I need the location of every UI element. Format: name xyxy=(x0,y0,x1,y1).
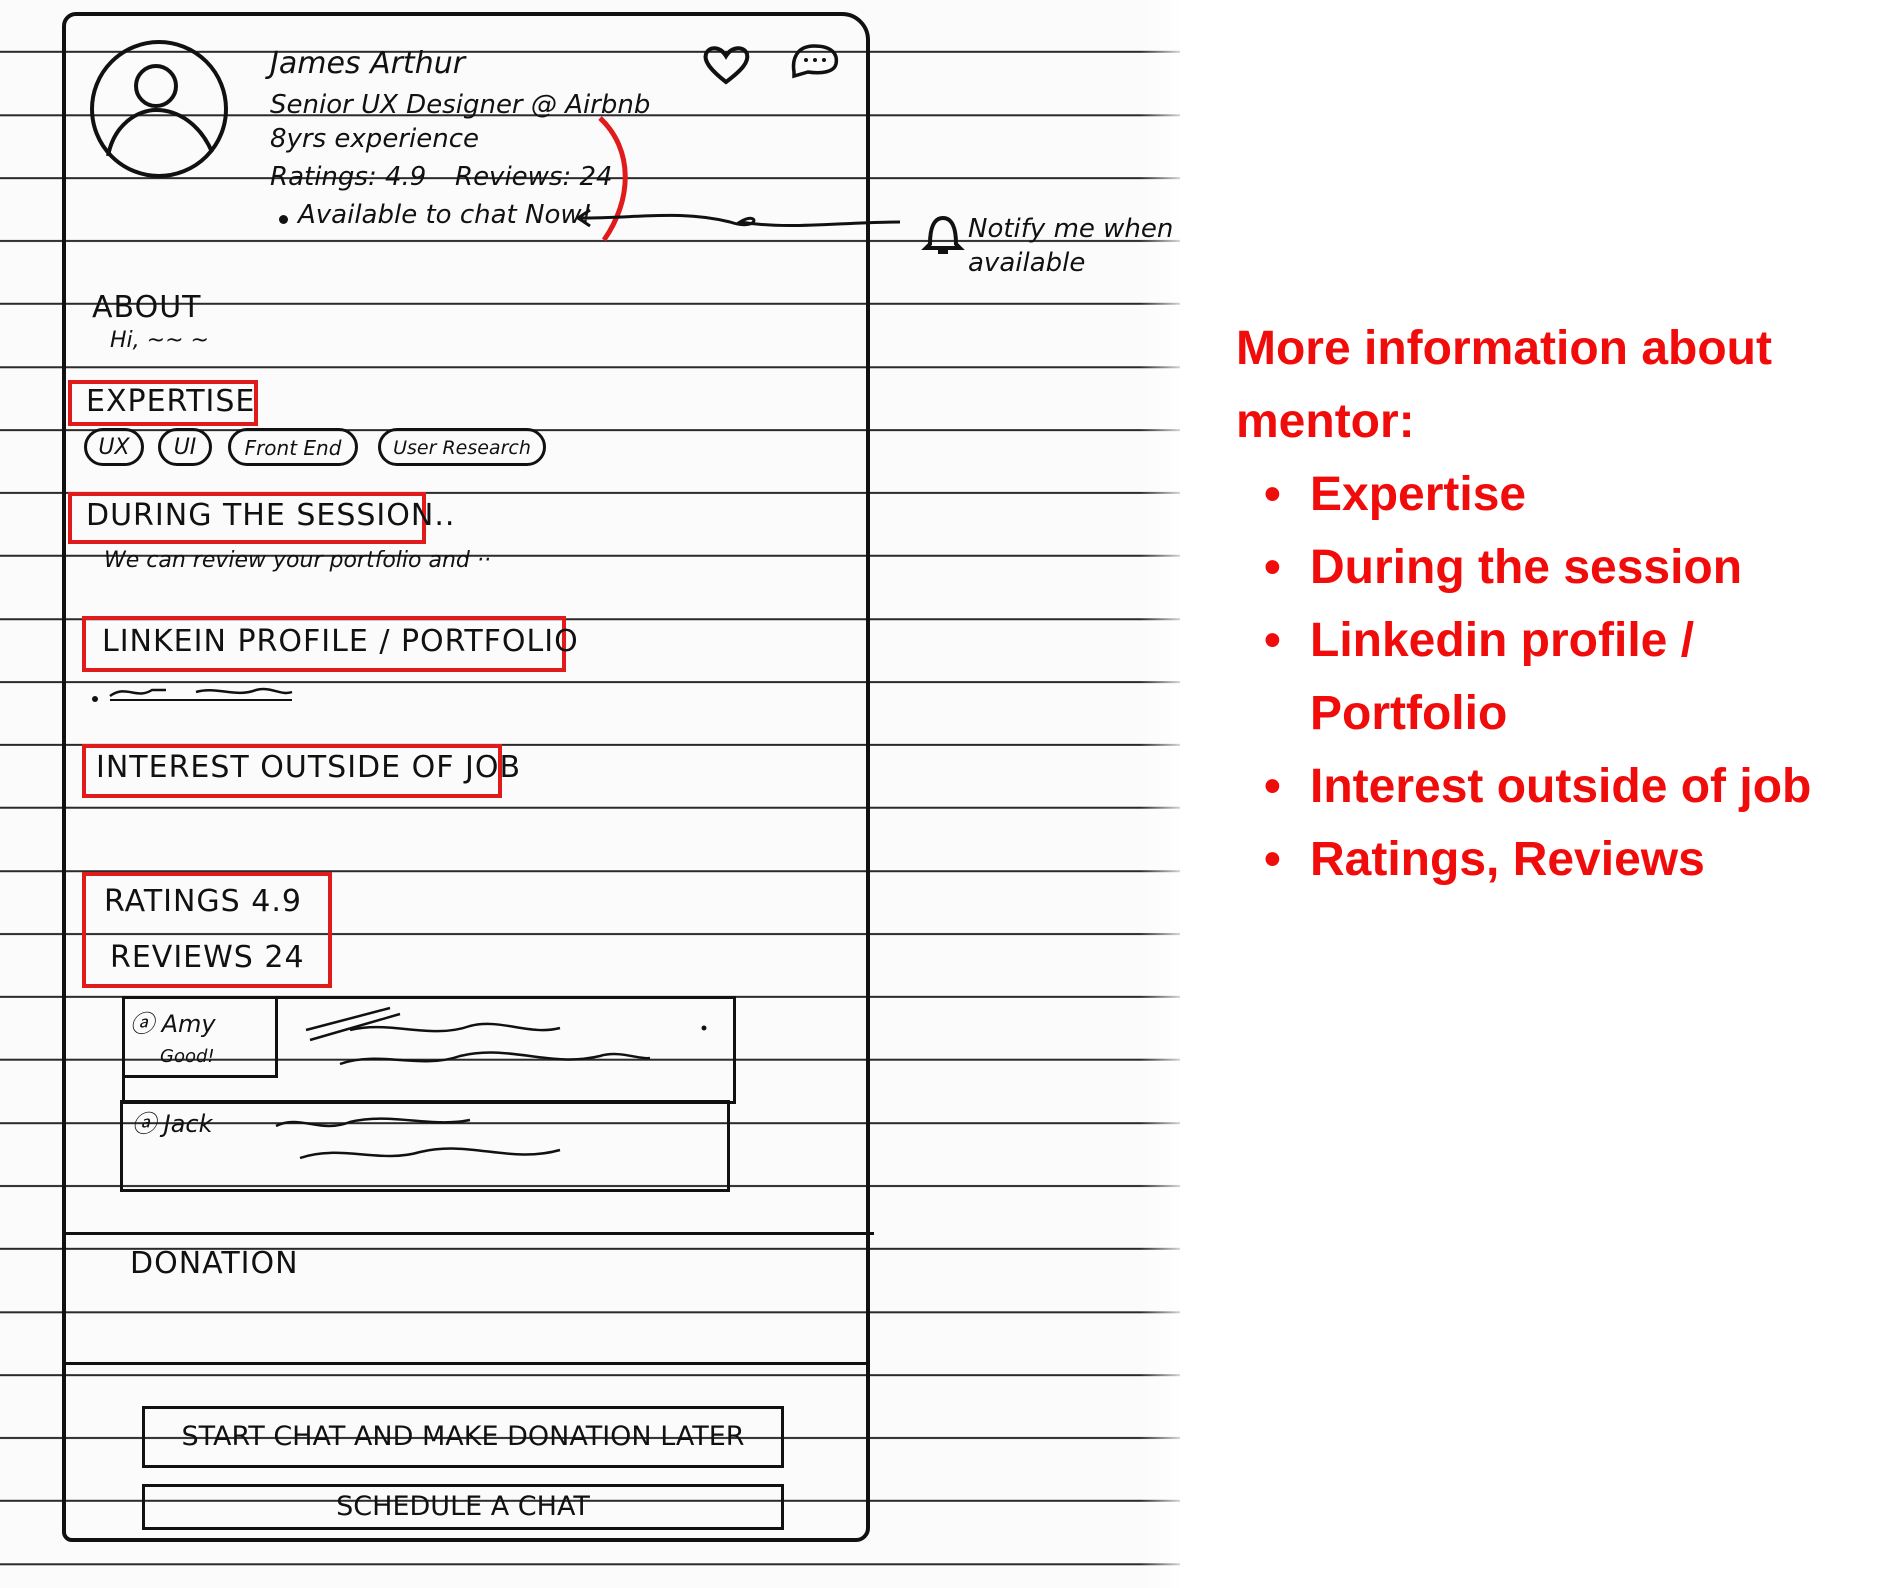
linkedin-link-scribble[interactable] xyxy=(106,680,296,704)
reviewer-name: ⓐ Jack xyxy=(132,1110,213,1138)
availability-dot xyxy=(279,215,288,224)
start-chat-button[interactable]: Start chat and make donation later xyxy=(142,1406,784,1468)
mentor-name: James Arthur xyxy=(270,46,466,81)
schedule-chat-button[interactable]: Schedule a chat xyxy=(142,1484,784,1530)
expertise-chip[interactable]: User Research xyxy=(378,428,546,466)
about-text: Hi, ~~ ~ xyxy=(110,328,209,353)
reviewer-name: ⓐ Amy xyxy=(130,1010,216,1038)
heart-icon[interactable] xyxy=(700,42,752,88)
annotation-item: Interest outside of job xyxy=(1264,750,1876,823)
annotation-item: Expertise xyxy=(1264,458,1876,531)
donation-heading: Donation xyxy=(130,1246,299,1281)
expertise-chip[interactable]: UX xyxy=(84,428,144,466)
linkedin-heading: Linkein profile / Portfolio xyxy=(102,624,579,659)
bell-icon[interactable] xyxy=(920,208,966,258)
expertise-chip[interactable]: UI xyxy=(158,428,212,466)
review-text-scribble xyxy=(275,1117,561,1160)
annotation-heading: More information about mentor: xyxy=(1236,322,1772,448)
reviews-label: Reviews 24 xyxy=(110,940,305,975)
annotation-item: During the session xyxy=(1264,531,1876,604)
notify-me-label[interactable]: Notify me when available xyxy=(968,212,1188,280)
availability-status: Available to chat Now! xyxy=(298,200,593,230)
ratings-label: Ratings 4.9 xyxy=(104,884,302,919)
mentor-experience: 8yrs experience xyxy=(270,124,479,154)
expertise-chip[interactable]: Front End xyxy=(228,428,358,466)
annotation-list: Expertise During the session Linkedin pr… xyxy=(1236,458,1876,896)
annotation-item: Linkedin profile / Portfolio xyxy=(1264,604,1876,750)
link-bullet xyxy=(92,696,98,702)
session-heading: During the session.. xyxy=(86,498,456,533)
section-divider xyxy=(66,1232,874,1235)
chat-bubble-icon[interactable] xyxy=(788,40,842,80)
expertise-heading: Expertise xyxy=(86,384,256,419)
mentor-ratings: Ratings: 4.9 xyxy=(270,162,427,192)
availability-arrow xyxy=(575,116,901,242)
session-text: We can review your portfolio and ·· xyxy=(104,548,491,573)
about-heading: About xyxy=(92,290,202,325)
user-avatar-icon[interactable] xyxy=(90,40,228,178)
interest-heading: Interest outside of job xyxy=(96,750,522,785)
section-divider xyxy=(66,1362,866,1365)
annotation-panel: More information about mentor: Expertise… xyxy=(1236,312,1876,896)
review-note: Good! xyxy=(160,1046,215,1067)
review-text-scribble xyxy=(305,1006,707,1066)
annotation-item: Ratings, Reviews xyxy=(1264,823,1876,896)
